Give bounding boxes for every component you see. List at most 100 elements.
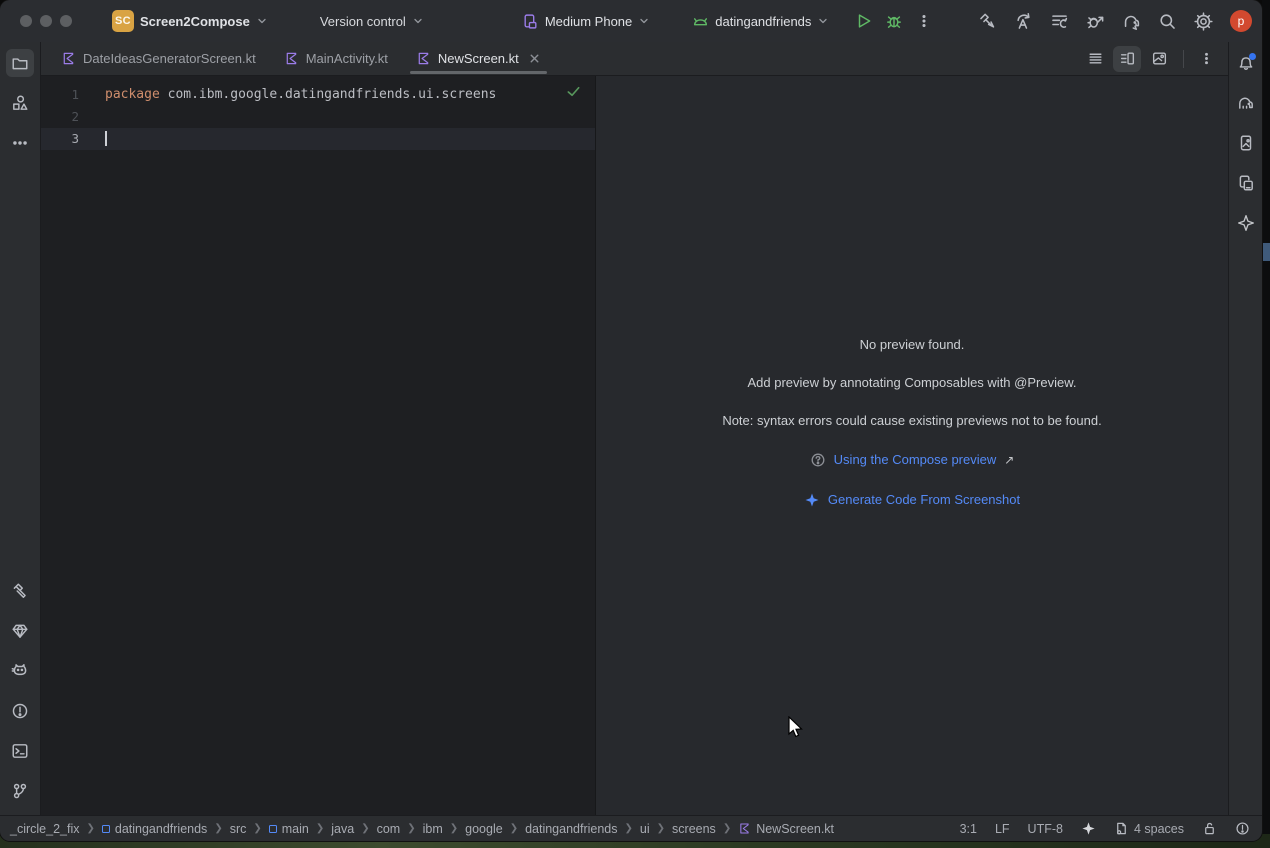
search-icon[interactable] <box>1152 6 1182 36</box>
run-configuration-selector[interactable]: datingandfriends <box>686 9 835 34</box>
design-view-button[interactable] <box>1145 46 1173 72</box>
virtual-device-icon <box>522 13 539 30</box>
preview-hint-add: Add preview by annotating Composables wi… <box>748 376 1077 390</box>
breadcrumb-item[interactable]: ui <box>640 822 650 836</box>
tab-options-menu[interactable] <box>1194 46 1218 72</box>
tab-dateideasgeneratorscreen[interactable]: DateIdeasGeneratorScreen.kt <box>47 42 270 75</box>
close-tab-icon[interactable] <box>528 52 541 65</box>
notifications-tool-button[interactable] <box>1232 49 1260 77</box>
breadcrumb-item[interactable]: google <box>465 822 503 836</box>
breadcrumb-item[interactable]: datingandfriends <box>525 822 617 836</box>
line-number[interactable]: 1 <box>41 84 99 106</box>
breadcrumb-item[interactable]: java <box>331 822 354 836</box>
editor-tab-bar: DateIdeasGeneratorScreen.kt MainActivity… <box>41 42 1228 76</box>
breadcrumb-separator: ❯ <box>450 823 458 835</box>
breadcrumb-item[interactable]: screens <box>672 822 716 836</box>
editor-view-mode-switcher <box>1081 42 1228 75</box>
project-selector[interactable]: SC Screen2Compose <box>106 6 274 36</box>
exclamation-circle-icon <box>11 702 29 720</box>
gemini-tool-button[interactable] <box>1232 209 1260 237</box>
titlebar: SC Screen2Compose Version control Medium… <box>0 0 1262 42</box>
folder-icon <box>11 54 29 72</box>
terminal-tool-button[interactable] <box>6 737 34 765</box>
breadcrumb-separator: ❯ <box>316 823 324 835</box>
generate-link-label: Generate Code From Screenshot <box>828 493 1020 507</box>
indent-config-icon <box>1114 821 1129 836</box>
device-selector[interactable]: Medium Phone <box>516 9 656 34</box>
run-button[interactable] <box>849 6 879 36</box>
encoding-widget[interactable]: UTF-8 <box>1028 822 1063 836</box>
line-separator-widget[interactable]: LF <box>995 822 1010 836</box>
compose-preview-docs-link[interactable]: Using the Compose preview ↗ <box>810 452 1015 468</box>
attach-debugger-icon[interactable] <box>1080 6 1110 36</box>
line-number[interactable]: 2 <box>41 106 99 128</box>
code-view-button[interactable] <box>1081 46 1109 72</box>
shapes-icon <box>11 94 29 112</box>
gemini-star-icon <box>1081 821 1096 836</box>
tab-newscreen[interactable]: NewScreen.kt <box>402 42 555 75</box>
minimize-window-button[interactable] <box>40 15 52 27</box>
status-bar-widgets: 3:1 LF UTF-8 4 spaces <box>960 821 1250 836</box>
breadcrumb-item[interactable]: src <box>230 822 247 836</box>
running-devices-icon <box>1237 134 1255 152</box>
line-number[interactable]: 3 <box>41 128 99 150</box>
settings-icon[interactable] <box>1188 6 1218 36</box>
code-line: 2 <box>41 106 595 128</box>
build-tool-button[interactable] <box>6 577 34 605</box>
code-line: 1 package com.ibm.google.datingandfriend… <box>41 84 595 106</box>
resource-manager-tool-button[interactable] <box>6 89 34 117</box>
gradle-tool-button[interactable] <box>1232 89 1260 117</box>
run-configuration-label: datingandfriends <box>715 14 811 29</box>
debug-button[interactable] <box>879 6 909 36</box>
breadcrumb-item[interactable]: ibm <box>423 822 443 836</box>
readonly-toggle-widget[interactable] <box>1202 821 1217 836</box>
gemini-spark-icon <box>804 492 820 508</box>
breadcrumb-separator: ❯ <box>407 823 415 835</box>
docs-link-label: Using the Compose preview <box>834 453 997 467</box>
breadcrumb-separator: ❯ <box>361 823 369 835</box>
breadcrumb-separator: ❯ <box>723 823 731 835</box>
design-view-icon <box>1151 50 1168 67</box>
breadcrumb-item-file[interactable]: NewScreen.kt <box>738 822 834 836</box>
kotlin-file-icon <box>738 822 751 835</box>
breadcrumb-item[interactable]: main <box>269 822 309 836</box>
kotlin-file-icon <box>61 51 76 66</box>
background-window-sliver <box>1262 0 1270 848</box>
titlebar-right-actions: p <box>972 6 1252 36</box>
device-manager-tool-button[interactable] <box>1232 169 1260 197</box>
more-tool-windows-button[interactable] <box>6 129 34 157</box>
running-devices-tool-button[interactable] <box>1232 129 1260 157</box>
breadcrumb-item[interactable]: com <box>377 822 401 836</box>
right-tool-strip <box>1228 42 1262 815</box>
breadcrumb-separator: ❯ <box>625 823 633 835</box>
app-quality-insights-tool-button[interactable] <box>6 617 34 645</box>
text-caret <box>105 131 107 146</box>
code-editor[interactable]: 1 package com.ibm.google.datingandfriend… <box>41 76 595 815</box>
version-control-menu[interactable]: Version control <box>314 10 430 33</box>
close-window-button[interactable] <box>20 15 32 27</box>
zoom-window-button[interactable] <box>60 15 72 27</box>
more-actions-menu[interactable] <box>909 6 939 36</box>
ai-code-completion-icon[interactable] <box>1008 6 1038 36</box>
inspections-widget[interactable] <box>1235 821 1250 836</box>
version-control-tool-button[interactable] <box>6 777 34 805</box>
inspection-ok-icon[interactable] <box>566 84 581 103</box>
tab-label: NewScreen.kt <box>438 51 519 66</box>
user-avatar[interactable]: p <box>1230 10 1252 32</box>
generate-code-from-screenshot-link[interactable]: Generate Code From Screenshot <box>804 492 1020 508</box>
indent-widget[interactable]: 4 spaces <box>1114 821 1184 836</box>
logcat-tool-button[interactable] <box>6 657 34 685</box>
hammer-icon <box>11 582 29 600</box>
breadcrumb-item[interactable]: _circle_2_fix <box>10 822 79 836</box>
caret-position-widget[interactable]: 3:1 <box>960 822 977 836</box>
breadcrumb-item[interactable]: datingandfriends <box>102 822 207 836</box>
gradle-sync-icon[interactable] <box>1116 6 1146 36</box>
build-run-icon[interactable] <box>972 6 1002 36</box>
rerun-tasks-icon[interactable] <box>1044 6 1074 36</box>
problems-tool-button[interactable] <box>6 697 34 725</box>
preview-hint-note: Note: syntax errors could cause existing… <box>722 414 1101 428</box>
project-tool-button[interactable] <box>6 49 34 77</box>
tab-mainactivity[interactable]: MainActivity.kt <box>270 42 402 75</box>
split-view-button[interactable] <box>1113 46 1141 72</box>
gemini-status-widget[interactable] <box>1081 821 1096 836</box>
